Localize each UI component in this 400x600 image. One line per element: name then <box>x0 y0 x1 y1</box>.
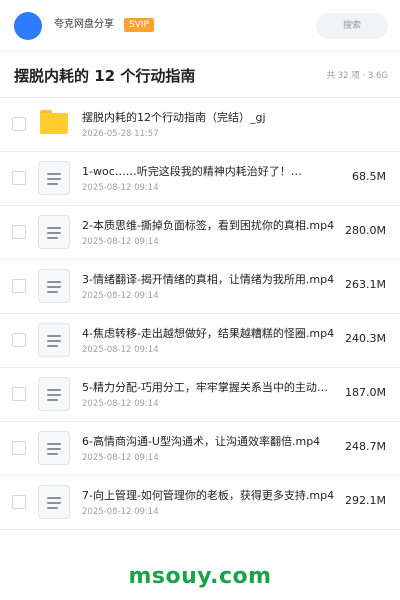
file-row[interactable]: 2-本质思维-撕掉负面标签，看到困扰你的真相.mp4 2025-08-12 09:… <box>0 206 400 260</box>
file-size: 263.1M <box>345 278 386 291</box>
file-size: 240.3M <box>345 332 386 345</box>
folder-icon <box>40 110 68 134</box>
file-row[interactable]: 1-woc……听完这段我的精神内耗治好了！… 2025-08-12 09:14 68… <box>0 152 400 206</box>
file-date: 2025-08-12 09:14 <box>82 399 159 409</box>
file-list: 摆脱内耗的12个行动指南（完结）_gj 2026-05-28 11:57 1-woc… <box>0 98 400 530</box>
title-bar: 摆脱内耗的 12 个行动指南 共 32 项 · 3.6G <box>0 52 400 98</box>
item-summary: 共 32 项 · 3.6G <box>326 71 388 81</box>
file-row[interactable]: 3-情绪翻译-揭开情绪的真相，让情绪为我所用.mp4 2025-08-12 09:… <box>0 260 400 314</box>
file-row[interactable]: 4-焦虑转移-走出越想做好，结果越糟糕的怪圈.mp4 2025-08-12 09:… <box>0 314 400 368</box>
file-name[interactable]: 2-本质思维-撕掉负面标签，看到困扰你的真相.mp4 <box>82 218 336 233</box>
file-name[interactable]: 3-情绪翻译-揭开情绪的真相，让情绪为我所用.mp4 <box>82 272 336 287</box>
top-bar: 夸克网盘分享 SVIP 搜索 <box>0 0 400 52</box>
file-date: 2025-08-12 09:14 <box>82 507 159 517</box>
file-date: 2025-08-12 09:14 <box>82 345 159 355</box>
watermark: msouy.com <box>128 564 272 589</box>
avatar[interactable] <box>14 12 42 40</box>
document-icon <box>38 377 70 411</box>
row-checkbox[interactable] <box>12 117 26 131</box>
document-icon <box>38 215 70 249</box>
share-title: 夸克网盘分享 <box>54 19 114 30</box>
row-checkbox[interactable] <box>12 333 26 347</box>
file-name[interactable]: 6-高情商沟通-U型沟通术，让沟通效率翻倍.mp4 <box>82 434 336 449</box>
row-checkbox[interactable] <box>12 171 26 185</box>
document-icon <box>38 485 70 519</box>
file-size: 280.0M <box>345 224 386 237</box>
file-name[interactable]: 摆脱内耗的12个行动指南（完结）_gj <box>82 110 382 125</box>
svip-badge: SVIP <box>124 18 154 32</box>
folder-row[interactable]: 摆脱内耗的12个行动指南（完结）_gj 2026-05-28 11:57 <box>0 98 400 152</box>
file-name[interactable]: 7-向上管理-如何管理你的老板，获得更多支持.mp4 <box>82 488 336 503</box>
file-date: 2025-08-12 09:14 <box>82 453 159 463</box>
file-date: 2025-08-12 09:14 <box>82 237 159 247</box>
row-checkbox[interactable] <box>12 279 26 293</box>
file-size: 248.7M <box>345 440 386 453</box>
file-date: 2025-08-12 09:14 <box>82 291 159 301</box>
file-name[interactable]: 5-精力分配-巧用分工，牢牢掌握关系当中的主动权.mp4 <box>82 380 336 395</box>
page-title: 摆脱内耗的 12 个行动指南 <box>14 67 196 85</box>
file-date: 2026-05-28 11:57 <box>82 129 159 139</box>
file-row[interactable]: 6-高情商沟通-U型沟通术，让沟通效率翻倍.mp4 2025-08-12 09:1… <box>0 422 400 476</box>
file-row[interactable]: 5-精力分配-巧用分工，牢牢掌握关系当中的主动权.mp4 2025-08-12 0… <box>0 368 400 422</box>
search-input[interactable]: 搜索 <box>316 13 388 39</box>
file-row[interactable]: 7-向上管理-如何管理你的老板，获得更多支持.mp4 2025-08-12 09:… <box>0 476 400 530</box>
row-checkbox[interactable] <box>12 495 26 509</box>
file-size: 292.1M <box>345 494 386 507</box>
file-size: 187.0M <box>345 386 386 399</box>
file-name[interactable]: 1-woc……听完这段我的精神内耗治好了！… <box>82 164 336 179</box>
row-checkbox[interactable] <box>12 441 26 455</box>
document-icon <box>38 323 70 357</box>
row-checkbox[interactable] <box>12 225 26 239</box>
document-icon <box>38 269 70 303</box>
document-icon <box>38 431 70 465</box>
file-size: 68.5M <box>352 170 386 183</box>
file-name[interactable]: 4-焦虑转移-走出越想做好，结果越糟糕的怪圈.mp4 <box>82 326 336 341</box>
document-icon <box>38 161 70 195</box>
file-date: 2025-08-12 09:14 <box>82 183 159 193</box>
row-checkbox[interactable] <box>12 387 26 401</box>
